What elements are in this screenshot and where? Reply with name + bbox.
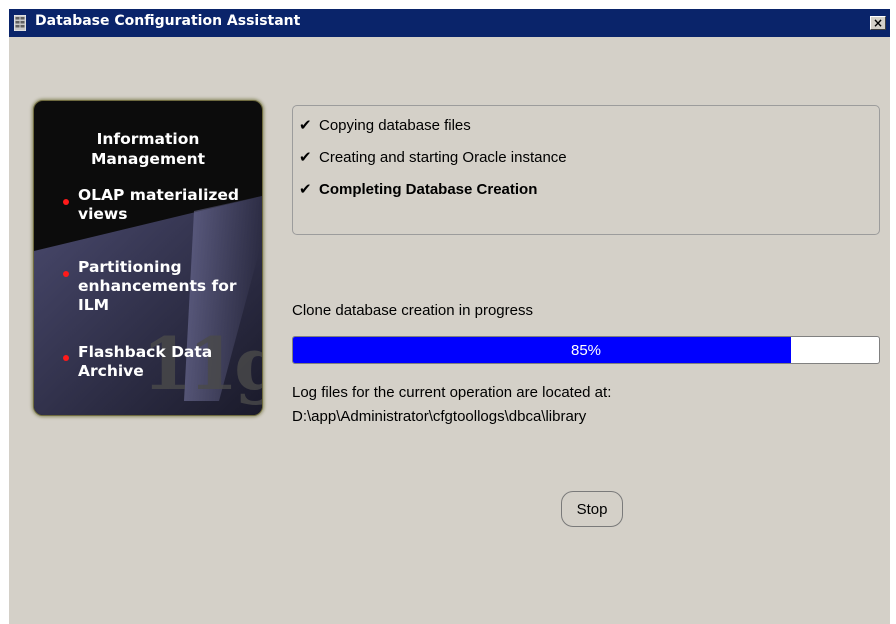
progress-bar: 85% <box>292 336 880 364</box>
checkmark-icon: ✔ <box>299 180 312 198</box>
database-app-icon <box>14 15 26 31</box>
step-label: Copying database files <box>319 117 471 134</box>
step-label: Completing Database Creation <box>319 181 538 198</box>
log-location-path: D:\app\Administrator\cfgtoollogs\dbca\li… <box>292 408 587 425</box>
close-button[interactable]: × <box>870 16 886 30</box>
checkmark-icon: ✔ <box>299 148 312 166</box>
promo-title: Information Management <box>34 129 262 169</box>
title-bar[interactable]: Database Configuration Assistant × <box>9 9 890 37</box>
step-item-current: ✔ Completing Database Creation <box>299 180 537 198</box>
bullet-dot <box>63 271 69 277</box>
step-label: Creating and starting Oracle instance <box>319 149 567 166</box>
promo-title-line2: Management <box>90 150 206 168</box>
window-title: Database Configuration Assistant <box>35 13 301 29</box>
log-location-label: Log files for the current operation are … <box>292 384 612 401</box>
checkmark-icon: ✔ <box>299 116 312 134</box>
step-item: ✔ Creating and starting Oracle instance <box>299 148 567 166</box>
dbca-window: Database Configuration Assistant × 11g <box>8 8 890 624</box>
stop-button[interactable]: Stop <box>561 491 623 527</box>
promo-item-flashback: Flashback Data Archive <box>78 343 213 380</box>
bullet-dot <box>63 355 69 361</box>
bullet-dot <box>63 199 69 205</box>
step-item: ✔ Copying database files <box>299 116 471 134</box>
progress-percent: 85% <box>570 342 602 359</box>
promo-item-partitioning: Partitioning enhancements for ILM <box>78 258 237 314</box>
promo-title-line1: Information <box>96 130 200 148</box>
progress-status-label: Clone database creation in progress <box>292 302 533 319</box>
promo-item-olap: OLAP materialized views <box>78 186 240 223</box>
oracle-11g-promo-panel: 11g Information Management OLAP material… <box>33 100 263 416</box>
steps-list: ✔ Copying database files ✔ Creating and st… <box>292 105 880 235</box>
close-icon: × <box>872 16 884 30</box>
